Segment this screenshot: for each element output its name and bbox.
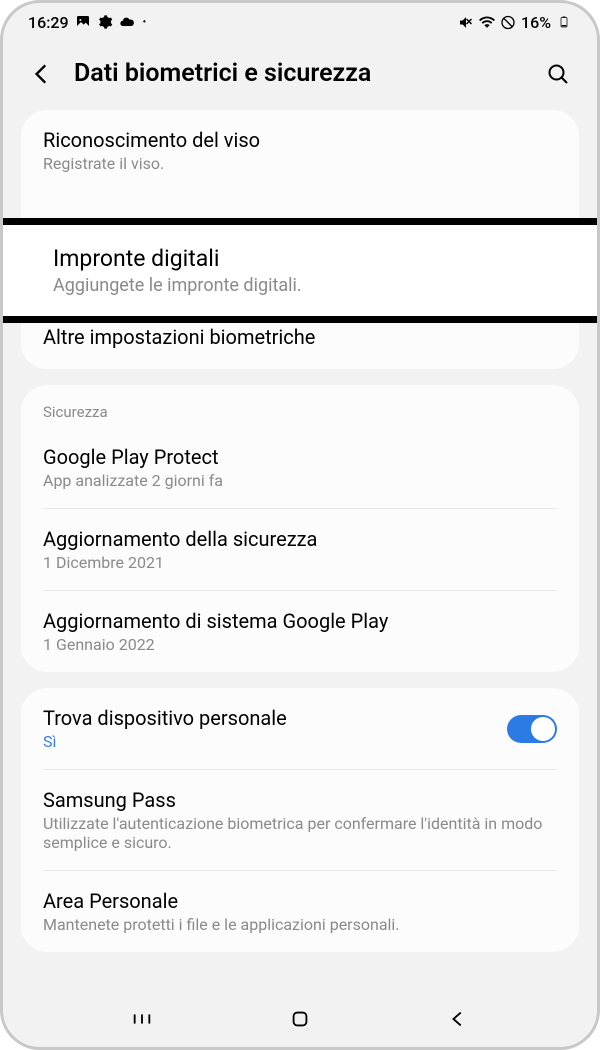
- item-title: Riconoscimento del viso: [43, 128, 557, 152]
- item-status: Sì: [43, 732, 507, 751]
- nav-back-button[interactable]: [444, 1005, 472, 1033]
- more-icon: •: [143, 17, 147, 28]
- item-subtitle: 1 Dicembre 2021: [43, 553, 557, 572]
- item-subtitle: 1 Gennaio 2022: [43, 635, 557, 654]
- settings-icon: [97, 14, 113, 30]
- highlighted-callout: Impronte digitali Aggiungete le impronte…: [3, 218, 597, 323]
- security-card: Sicurezza Google Play Protect App analiz…: [21, 385, 579, 672]
- no-sim-icon: [500, 14, 516, 30]
- play-protect-item[interactable]: Google Play Protect App analizzate 2 gio…: [21, 427, 579, 508]
- battery-icon: [556, 14, 572, 30]
- back-button[interactable]: [28, 60, 56, 88]
- find-device-toggle[interactable]: [507, 715, 557, 743]
- page-title: Dati biometrici e sicurezza: [74, 59, 526, 88]
- item-subtitle: Aggiungete le impronte digitali.: [53, 275, 552, 296]
- wifi-icon: [479, 14, 495, 30]
- recents-button[interactable]: [128, 1005, 156, 1033]
- cloud-icon: [119, 14, 135, 30]
- item-title: Aggiornamento della sicurezza: [43, 527, 557, 551]
- security-update-item[interactable]: Aggiornamento della sicurezza 1 Dicembre…: [21, 509, 579, 590]
- item-subtitle: Utilizzate l'autenticazione biometrica p…: [43, 814, 557, 852]
- search-button[interactable]: [544, 60, 572, 88]
- battery-percent: 16%: [521, 13, 551, 32]
- phone-frame: 16:29 • 16%: [0, 0, 600, 1050]
- face-recognition-item[interactable]: Riconoscimento del viso Registrate il vi…: [21, 110, 579, 191]
- item-title: Google Play Protect: [43, 445, 557, 469]
- item-title: Trova dispositivo personale: [43, 706, 507, 730]
- section-header: Sicurezza: [21, 385, 579, 427]
- status-time: 16:29: [28, 13, 69, 32]
- fingerprint-item[interactable]: Impronte digitali Aggiungete le impronte…: [3, 225, 597, 316]
- secure-folder-item[interactable]: Area Personale Mantenete protetti i file…: [21, 871, 579, 952]
- device-card: Trova dispositivo personale Sì Samsung P…: [21, 688, 579, 952]
- mute-icon: [458, 14, 474, 30]
- samsung-pass-item[interactable]: Samsung Pass Utilizzate l'autenticazione…: [21, 770, 579, 870]
- item-title: Impronte digitali: [53, 245, 552, 272]
- google-system-update-item[interactable]: Aggiornamento di sistema Google Play 1 G…: [21, 591, 579, 672]
- item-subtitle: Mantenete protetti i file e le applicazi…: [43, 915, 557, 934]
- item-title: Samsung Pass: [43, 788, 557, 812]
- item-subtitle: Registrate il viso.: [43, 154, 557, 173]
- item-subtitle: App analizzate 2 giorni fa: [43, 471, 557, 490]
- find-device-item[interactable]: Trova dispositivo personale Sì: [21, 688, 579, 769]
- home-button[interactable]: [286, 1005, 314, 1033]
- gallery-icon: [75, 14, 91, 30]
- item-title: Aggiornamento di sistema Google Play: [43, 609, 557, 633]
- item-title: Area Personale: [43, 889, 557, 913]
- item-title: Altre impostazioni biometriche: [43, 325, 557, 349]
- navigation-bar: [3, 991, 597, 1047]
- status-bar: 16:29 • 16%: [3, 3, 597, 41]
- header: Dati biometrici e sicurezza: [3, 41, 597, 110]
